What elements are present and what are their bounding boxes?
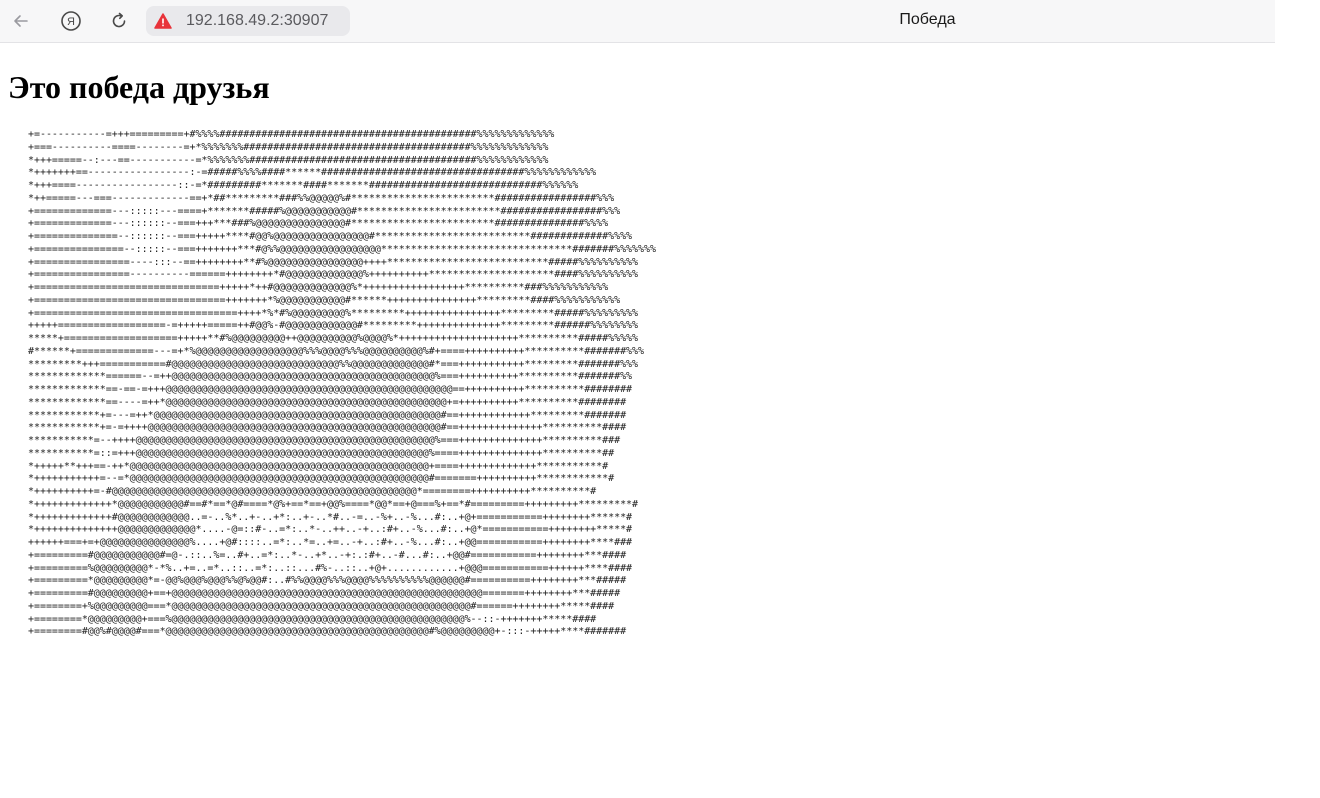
address-bar[interactable]: 192.168.49.2:30907 [146,6,350,36]
browser-toolbar: Я 192.168.49.2:30907 Победа [0,0,1275,43]
page-title: Это победа друзья [8,69,270,105]
url-text: 192.168.49.2:30907 [186,12,329,29]
page-content: Это победа друзья +=-----------=+++=====… [8,42,1308,637]
insecure-warning-icon[interactable] [154,12,172,30]
yandex-logo-icon[interactable]: Я [58,8,84,34]
back-arrow-icon[interactable] [8,8,34,34]
reload-icon[interactable] [106,8,132,34]
ascii-art: +=-----------=+++=========+#%%%%########… [28,129,656,638]
svg-text:Я: Я [67,16,75,28]
